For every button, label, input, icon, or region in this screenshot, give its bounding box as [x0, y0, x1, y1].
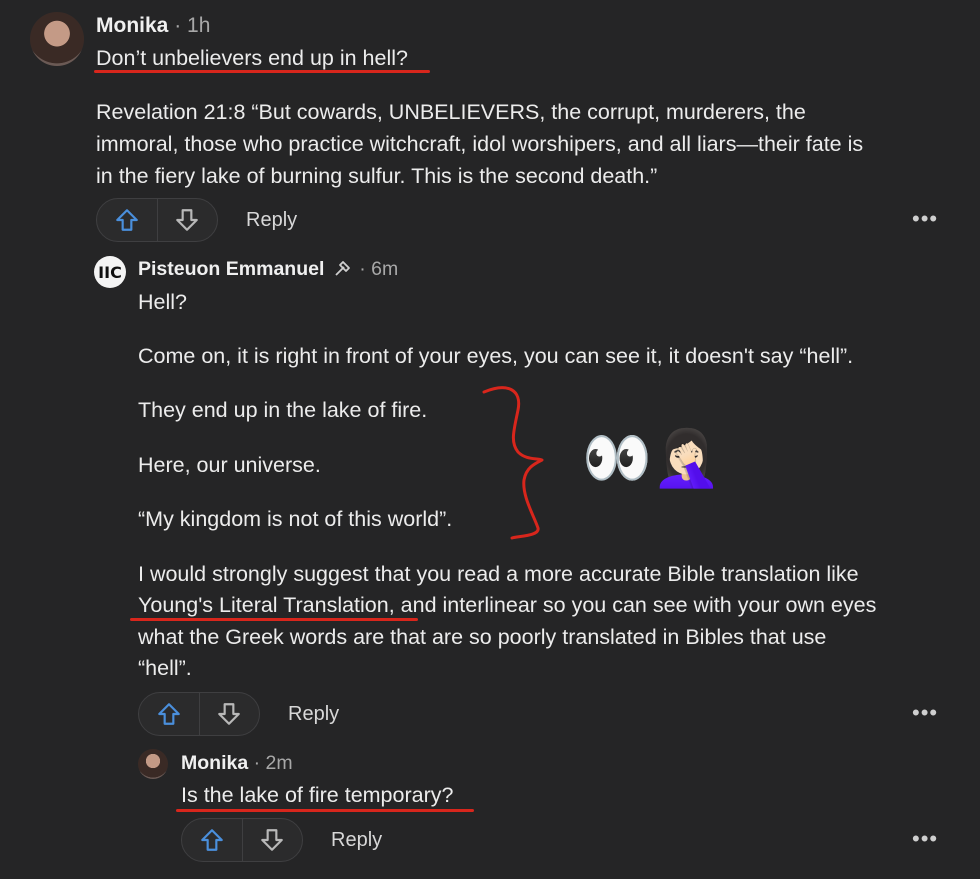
comment-header: Monika · 2m [181, 752, 293, 775]
annotation-brace [482, 386, 544, 540]
comment-body-line: I would strongly suggest that you read a… [138, 562, 859, 586]
more-options-icon[interactable]: ••• [912, 826, 938, 852]
comment-body-line: Come on, it is right in front of your ey… [138, 344, 854, 368]
comment-body-line: “hell”. [138, 656, 192, 680]
annotation-underline [130, 618, 418, 621]
comment-body-line: what the Greek words are that are so poo… [138, 625, 827, 649]
avatar[interactable] [30, 12, 84, 66]
separator: · [359, 258, 366, 280]
comment-body-line: Young's Literal Translation, and interli… [138, 590, 876, 622]
comment-body-line: Revelation 21:8 “But cowards, UNBELIEVER… [96, 100, 806, 124]
moderator-icon [334, 259, 354, 283]
downvote-icon [261, 829, 284, 851]
vote-control [138, 692, 260, 736]
upvote-button[interactable] [139, 693, 199, 735]
vote-control [96, 198, 218, 242]
comment-body-line: Hell? [138, 290, 187, 314]
author-name[interactable]: Pisteuon Emmanuel [138, 258, 324, 280]
comment-body-fragment: , and interlinear so you can see with yo… [388, 593, 877, 617]
downvote-icon [176, 209, 199, 231]
reply-button[interactable]: Reply [288, 703, 339, 726]
annotation-underline [176, 809, 474, 812]
more-options-icon[interactable]: ••• [912, 700, 938, 726]
annotation-underline [94, 70, 430, 73]
upvote-icon [200, 829, 223, 851]
comment-header: Monika · 1h [96, 14, 210, 38]
separator: · [174, 14, 182, 37]
downvote-button[interactable] [157, 199, 217, 241]
translation-link[interactable]: Young's Literal Translation [138, 593, 389, 617]
comment-body-line: They end up in the lake of fire. [138, 398, 428, 422]
upvote-button[interactable] [97, 199, 157, 241]
author-name[interactable]: Monika [181, 752, 248, 774]
avatar-logo: IIC [98, 262, 122, 282]
upvote-icon [115, 209, 138, 231]
comment-header: Pisteuon Emmanuel · 6m [138, 258, 398, 283]
comment-body-line: in the fiery lake of burning sulfur. Thi… [96, 164, 658, 188]
reply-button[interactable]: Reply [246, 209, 297, 232]
comment-body-line: immoral, those who practice witchcraft, … [96, 132, 864, 156]
upvote-button[interactable] [182, 819, 242, 861]
comment-body-line: Is the lake of fire temporary? [181, 783, 454, 807]
upvote-icon [157, 703, 180, 725]
avatar[interactable] [138, 749, 168, 779]
separator: · [253, 752, 261, 774]
comment-thread: { "comments": [ { "author": "Monika", "t… [0, 0, 980, 879]
timestamp: 6m [371, 258, 399, 280]
timestamp: 1h [187, 14, 211, 37]
comment-body-line: Here, our universe. [138, 453, 321, 477]
vote-control [181, 818, 303, 862]
author-name[interactable]: Monika [96, 14, 168, 37]
downvote-button[interactable] [199, 693, 259, 735]
timestamp: 2m [265, 752, 293, 774]
downvote-icon [218, 703, 241, 725]
annotation-emoji: 👀🤦🏻‍♀️ [582, 426, 722, 489]
avatar[interactable]: IIC [94, 256, 126, 288]
reply-button[interactable]: Reply [331, 829, 382, 852]
more-options-icon[interactable]: ••• [912, 206, 938, 232]
comment-body-line: “My kingdom is not of this world”. [138, 507, 453, 531]
downvote-button[interactable] [242, 819, 302, 861]
